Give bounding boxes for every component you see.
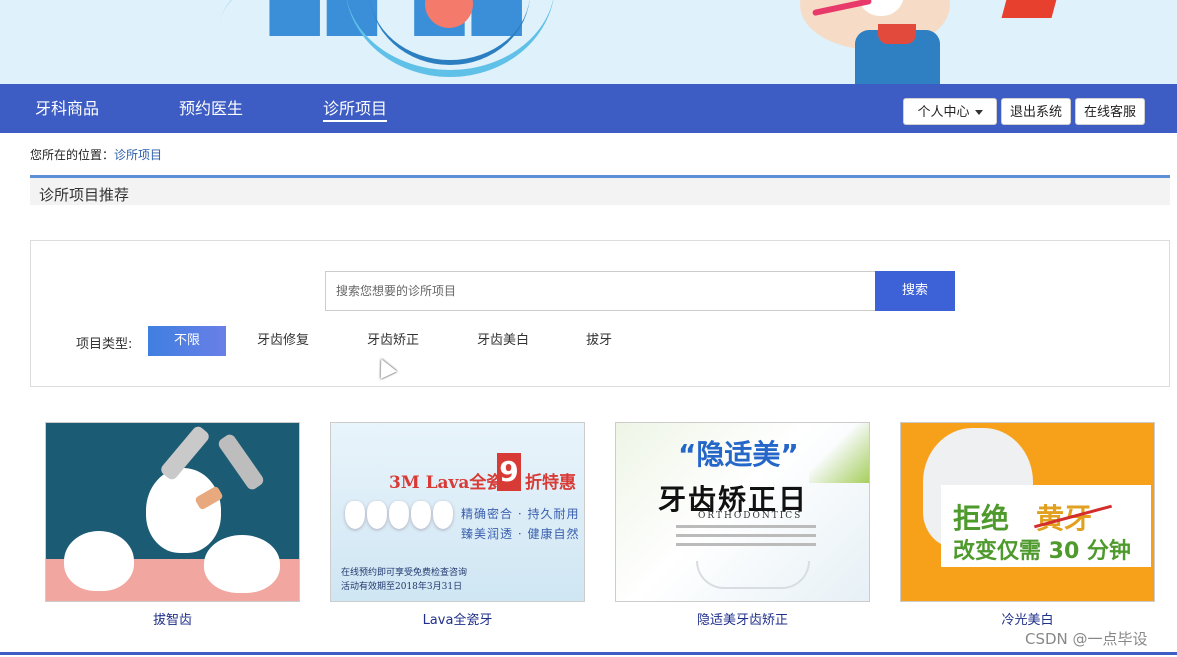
nav-item-book-doctor[interactable]: 预约医生 (179, 84, 243, 133)
ad-line: 改变仅需 30 分钟 (953, 539, 1131, 564)
search-button[interactable]: 搜索 (875, 271, 955, 311)
section-header: 诊所项目推荐 (30, 175, 1170, 205)
project-caption[interactable]: 隐适美牙齿矫正 (615, 609, 870, 628)
breadcrumb-current[interactable]: 诊所项目 (114, 148, 162, 162)
project-image-wisdom-tooth[interactable] (45, 422, 300, 602)
filter-option-extraction[interactable]: 拔牙 (575, 326, 623, 356)
breadcrumb: 您所在的位置：诊所项目 (30, 146, 162, 163)
ad-title-suffix: 折特惠 (525, 473, 576, 493)
nav-item-clinic-projects[interactable]: 诊所项目 (323, 84, 388, 133)
breadcrumb-prefix: 您所在的位置： (30, 148, 115, 162)
bottom-divider (0, 652, 1177, 655)
project-card[interactable]: “隐适美” 牙齿矫正日 ORTHODONTICS 隐适美牙齿矫正 (615, 422, 870, 628)
project-caption[interactable]: Lava全瓷牙 (330, 609, 585, 628)
top-banner: ▆▆ ▆▆ (0, 0, 1177, 84)
nav-item-dental-products[interactable]: 牙科商品 (35, 84, 99, 133)
crown-teeth (345, 501, 455, 531)
ad-title: 拒绝 (953, 502, 1010, 535)
ad-subtitle: ORTHODONTICS (698, 511, 803, 521)
project-card[interactable]: 拔智齿 (45, 422, 300, 628)
filter-panel: 搜索 项目类型: 不限 牙齿修复 牙齿矫正 牙齿美白 拔牙 (30, 240, 1170, 387)
project-image-lava[interactable]: 3M Lava全瓷冠 9 折特惠 精确密合 · 持久耐用 臻美润透 · 健康自然… (330, 422, 585, 602)
project-caption[interactable]: 拔智齿 (45, 609, 300, 628)
banner-red-shape (1001, 0, 1059, 18)
project-type-label: 项目类型: (76, 337, 133, 352)
ad-text-lines (676, 525, 816, 552)
project-card[interactable]: 3M Lava全瓷冠 9 折特惠 精确密合 · 持久耐用 臻美润透 · 健康自然… (330, 422, 585, 628)
ad-brand: “隐适美” (678, 438, 799, 471)
logout-button[interactable]: 退出系统 (1001, 98, 1071, 125)
project-image-whitening[interactable]: 拒绝 黄牙 改变仅需 30 分钟 (900, 422, 1155, 602)
online-service-button[interactable]: 在线客服 (1075, 98, 1145, 125)
tooth-shape (204, 535, 280, 593)
extraction-claw-arm (216, 432, 266, 492)
ad-line: 精确密合 · 持久耐用 (461, 507, 580, 521)
tooth-shape (146, 468, 221, 553)
project-caption[interactable]: 冷光美白 (900, 609, 1155, 628)
search-input[interactable] (325, 271, 876, 311)
project-image-invisalign[interactable]: “隐适美” 牙齿矫正日 ORTHODONTICS (615, 422, 870, 602)
tooth-shape (64, 531, 134, 591)
main-nav: 牙科商品 预约医生 诊所项目 个人中心 退出系统 在线客服 (0, 84, 1177, 133)
filter-option-whitening[interactable]: 牙齿美白 (465, 326, 541, 356)
personal-center-dropdown[interactable]: 个人中心 (903, 98, 997, 125)
project-card[interactable]: 拒绝 黄牙 改变仅需 30 分钟 冷光美白 (900, 422, 1155, 628)
ad-note: 活动有效期至2018年3月31日 (341, 582, 463, 592)
personal-center-label: 个人中心 (917, 105, 970, 120)
watermark: CSDN @一点毕设 (1025, 630, 1148, 648)
filter-option-orthodontics[interactable]: 牙齿矫正 (355, 326, 431, 356)
chevron-down-icon (974, 110, 983, 115)
ad-line: 臻美润透 · 健康自然 (461, 527, 580, 541)
section-title: 诊所项目推荐 (39, 186, 130, 204)
filter-option-restoration[interactable]: 牙齿修复 (245, 326, 321, 356)
ad-discount-number: 9 (497, 453, 521, 491)
aligner-shape (696, 561, 810, 589)
filter-option-all[interactable]: 不限 (148, 326, 226, 356)
ad-note: 在线预约即可享受免费检查咨询 (341, 568, 468, 578)
banner-cartoon-collar (878, 24, 916, 44)
corner-decoration (809, 423, 869, 483)
